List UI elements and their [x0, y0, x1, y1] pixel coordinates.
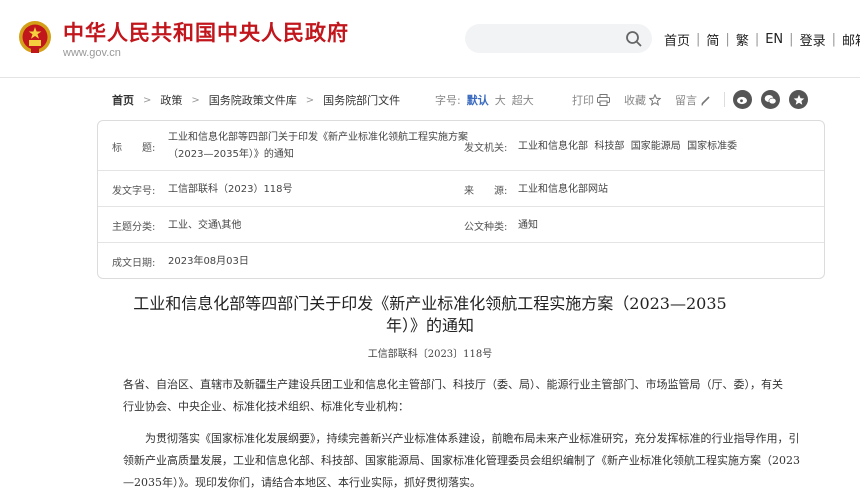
breadcrumb-separator: > — [305, 94, 315, 106]
comment-button[interactable]: 留言 — [675, 92, 711, 108]
printer-icon — [597, 94, 610, 106]
date-label: 成文日期: — [112, 257, 156, 269]
docno-label: 发文字号: — [112, 185, 156, 197]
breadcrumb-separator: > — [143, 94, 152, 106]
title-label: 标 题: — [112, 142, 156, 154]
weibo-icon[interactable] — [733, 90, 752, 109]
date-value: 2023年08月03日 — [168, 255, 249, 267]
nav-separator: | — [725, 32, 730, 47]
topic-value: 工业、交通\其他 — [168, 219, 242, 231]
nav-separator: | — [789, 32, 794, 47]
star-icon[interactable] — [789, 90, 808, 109]
wechat-icon[interactable] — [761, 90, 780, 109]
info-row-title: 标 题: 工业和信息化部等四部门关于印发《新产业标准化领航工程实施方案（2023… — [98, 121, 824, 171]
site-url: www.gov.cn — [63, 47, 121, 59]
print-label: 打印 — [572, 94, 594, 107]
site-header: 中华人民共和国中央人民政府 www.gov.cn 首页 | 简 | 繁 | EN… — [0, 0, 860, 78]
font-size-large[interactable]: 大 — [495, 92, 506, 108]
search-input[interactable] — [465, 24, 652, 53]
issuer-value: 工业和信息化部 科技部 国家能源局 国家标准委 — [518, 140, 738, 152]
site-title[interactable]: 中华人民共和国中央人民政府 — [63, 17, 349, 47]
nav-separator: | — [754, 32, 760, 47]
type-value: 通知 — [518, 219, 538, 231]
font-size-label: 字号: — [435, 94, 461, 107]
star-outline-icon — [649, 94, 661, 106]
issuer-label: 发文机关: — [464, 142, 508, 154]
nav-separator: | — [831, 32, 836, 47]
nav-english[interactable]: EN — [765, 32, 783, 47]
breadcrumb-policy[interactable]: 政策 — [160, 92, 182, 108]
share-icons — [733, 90, 817, 109]
favorite-button[interactable]: 收藏 — [624, 92, 661, 108]
source-label: 来 源: — [464, 185, 508, 197]
font-size-switcher: 字号: 默认 大 超大 — [435, 92, 540, 108]
nav-login[interactable]: 登录 — [800, 30, 826, 49]
toolbar-divider — [724, 92, 725, 107]
pencil-icon — [701, 95, 710, 106]
info-row-topic: 主题分类: 工业、交通\其他 公文种类: 通知 — [98, 207, 824, 243]
nav-home[interactable]: 首页 — [664, 30, 690, 49]
top-nav: 首页 | 简 | 繁 | EN | 登录 | 邮箱 — [664, 30, 860, 49]
breadcrumb: 首页 > 政策 > 国务院政策文件库 > 国务院部门文件 — [112, 92, 400, 108]
title-value: 工业和信息化部等四部门关于印发《新产业标准化领航工程实施方案（2023—2035… — [168, 132, 468, 160]
info-row-docno: 发文字号: 工信部联科（2023）118号 来 源: 工业和信息化部网站 — [98, 171, 824, 207]
search-icon[interactable] — [625, 30, 643, 48]
nav-traditional[interactable]: 繁 — [736, 30, 749, 49]
font-size-xlarge[interactable]: 超大 — [512, 92, 534, 108]
docno-value: 工信部联科（2023）118号 — [168, 183, 293, 195]
type-label: 公文种类: — [464, 221, 508, 233]
document-info-table: 标 题: 工业和信息化部等四部门关于印发《新产业标准化领航工程实施方案（2023… — [97, 120, 825, 279]
breadcrumb-department-docs[interactable]: 国务院部门文件 — [323, 92, 400, 108]
breadcrumb-policy-library[interactable]: 国务院政策文件库 — [209, 92, 297, 108]
article-doc-number: 工信部联科〔2023〕118号 — [367, 349, 493, 360]
nav-separator: | — [696, 32, 701, 47]
comment-label: 留言 — [675, 94, 697, 107]
national-emblem-icon[interactable] — [18, 18, 52, 56]
article-paragraph: 为贯彻落实《国家标准化发展纲要》，持续完善新兴产业标准体系建设，前瞻布局未来产业… — [123, 432, 800, 489]
print-button[interactable]: 打印 — [572, 92, 610, 108]
nav-mail[interactable]: 邮箱 — [842, 30, 860, 49]
toolbar: 首页 > 政策 > 国务院政策文件库 > 国务院部门文件 字号: 默认 大 超大… — [112, 90, 812, 110]
font-size-default[interactable]: 默认 — [467, 92, 489, 108]
article-paragraph: 各省、自治区、直辖市及新疆生产建设兵团工业和信息化主管部门、科技厅（委、局）、能… — [123, 378, 783, 413]
nav-simplified[interactable]: 简 — [706, 30, 719, 49]
source-value: 工业和信息化部网站 — [518, 183, 608, 195]
article-actions: 打印 收藏 留言 — [572, 92, 725, 108]
info-row-date: 成文日期: 2023年08月03日 — [98, 243, 824, 279]
topic-label: 主题分类: — [112, 221, 156, 233]
breadcrumb-separator: > — [191, 94, 200, 106]
favorite-label: 收藏 — [624, 94, 646, 107]
breadcrumb-home[interactable]: 首页 — [112, 92, 134, 108]
article-title: 工业和信息化部等四部门关于印发《新产业标准化领航工程实施方案（2023—2035… — [133, 294, 727, 335]
